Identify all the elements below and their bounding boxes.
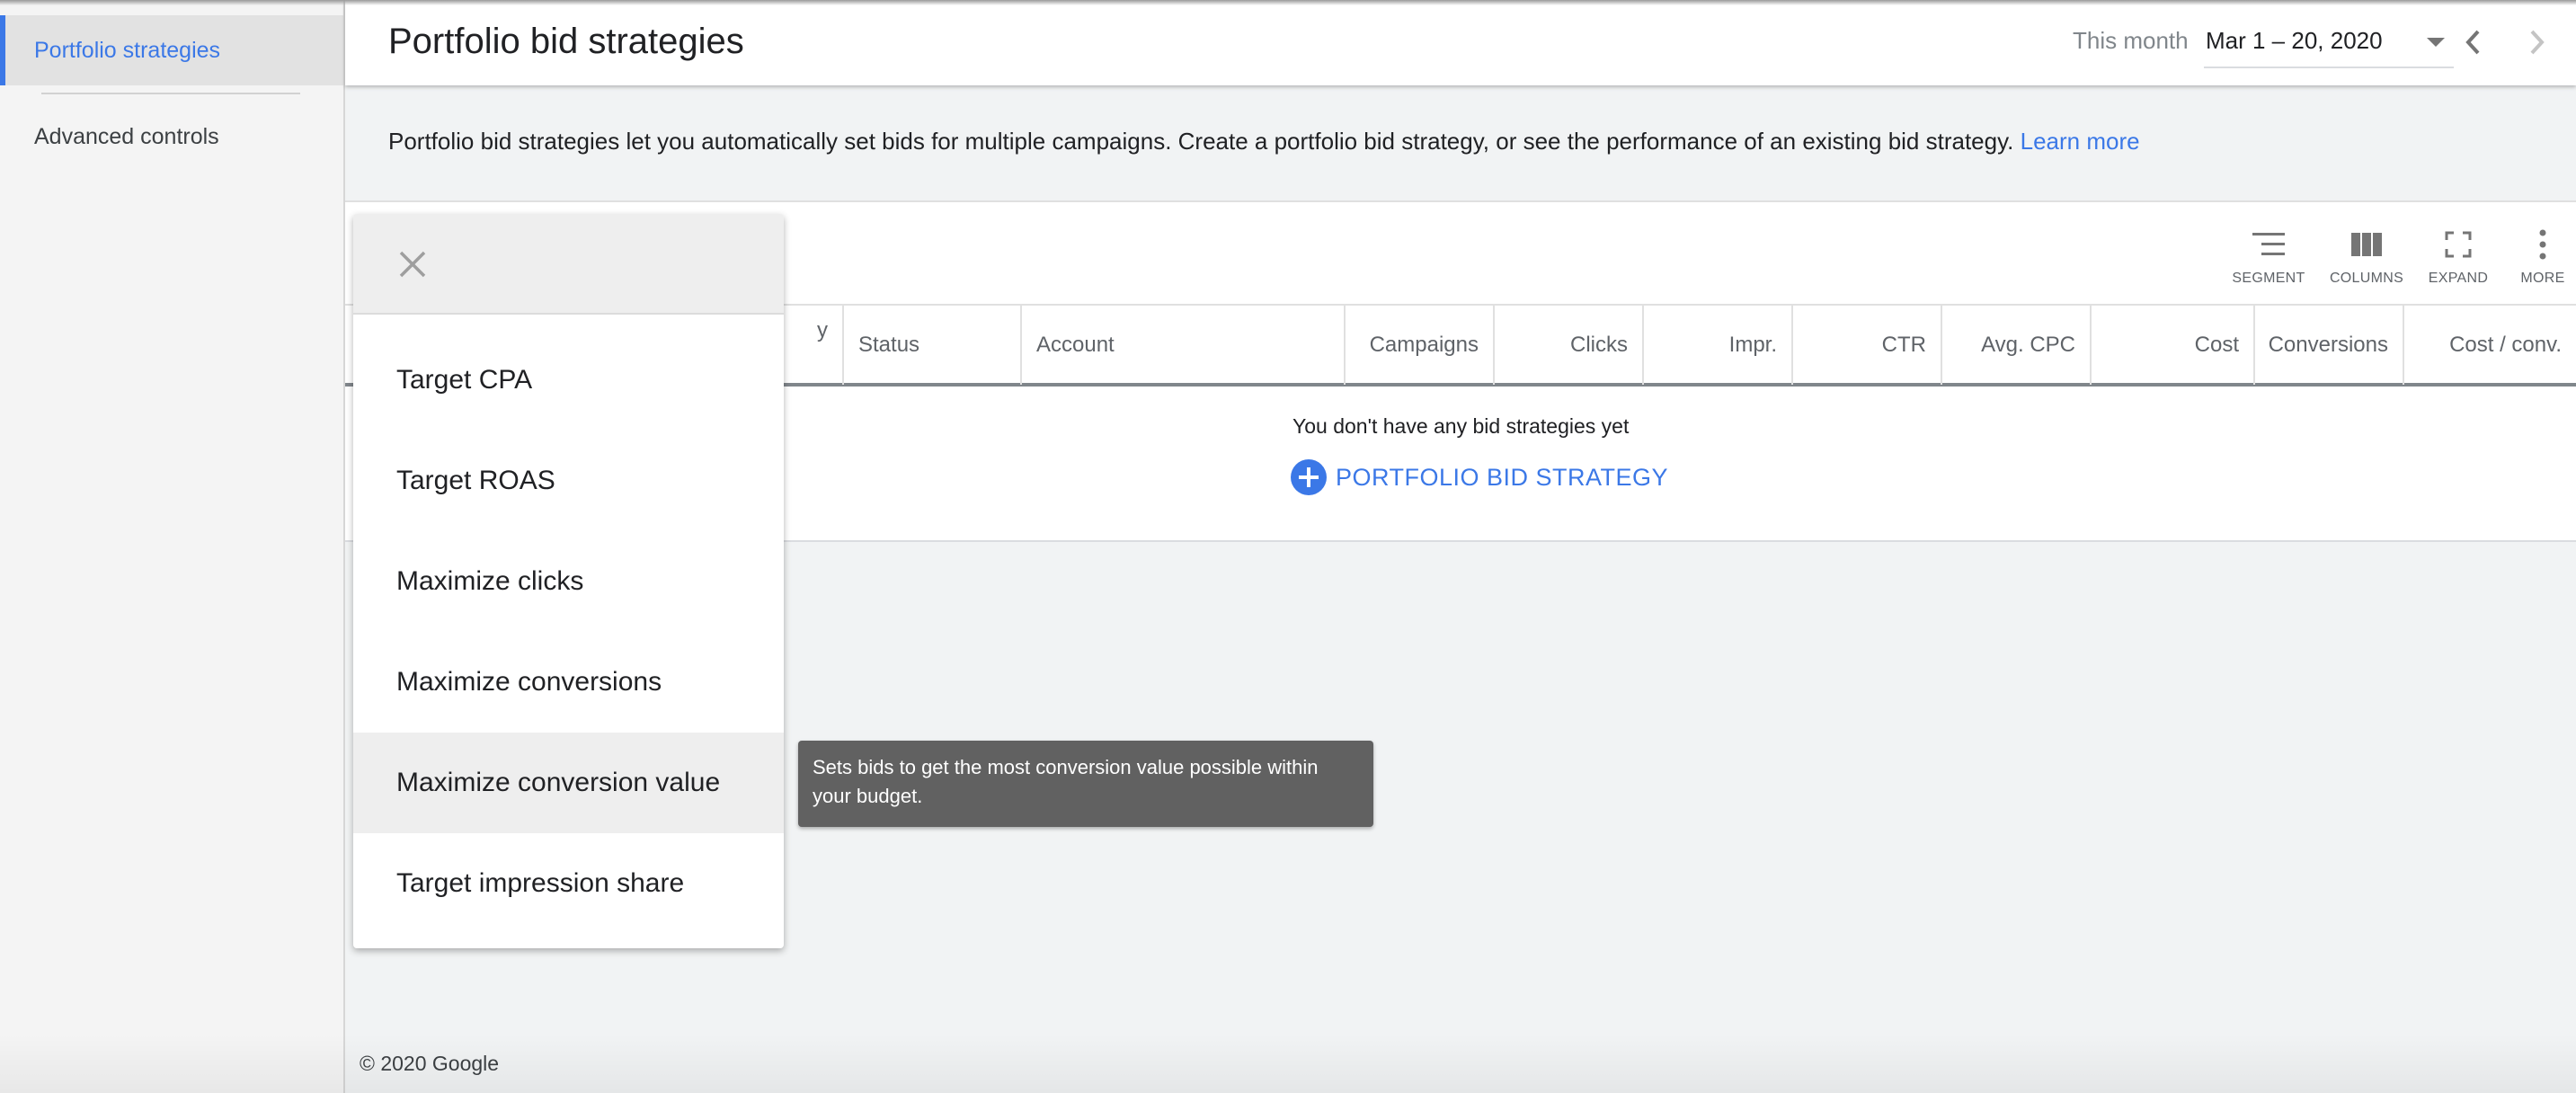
column-header-label: Status <box>858 333 920 357</box>
column-header-label: Account <box>1036 333 1115 357</box>
add-button-label: PORTFOLIO BID STRATEGY <box>1336 463 1669 491</box>
column-header-label: Campaigns <box>1369 333 1479 357</box>
column-header-avg-cpc[interactable]: Avg. CPC <box>1942 306 2092 385</box>
caret-down-icon <box>2427 38 2445 47</box>
menu-item-tooltip: Sets bids to get the most conversion val… <box>798 741 1373 827</box>
menu-item-maximize-conversion-value[interactable]: Maximize conversion value <box>353 733 784 833</box>
menu-item-target-impression-share[interactable]: Target impression share <box>353 833 784 934</box>
chevron-left-icon <box>2465 30 2480 55</box>
columns-label: COLUMNS <box>2329 271 2404 286</box>
sidebar-item-label: Advanced controls <box>34 123 219 149</box>
segment-label: SEGMENT <box>2232 271 2305 286</box>
date-range-label: This month <box>2073 27 2189 54</box>
expand-label: EXPAND <box>2428 271 2489 286</box>
column-header-status[interactable]: Status <box>844 306 1022 385</box>
close-button[interactable] <box>396 248 429 280</box>
column-header-label: Cost <box>2194 333 2239 357</box>
menu-item-target-roas[interactable]: Target ROAS <box>353 431 784 531</box>
sidebar-item-advanced-controls[interactable]: Advanced controls <box>0 102 343 172</box>
date-range-value: Mar 1 – 20, 2020 <box>2206 27 2383 54</box>
column-header-label: Impr. <box>1728 333 1777 357</box>
learn-more-link[interactable]: Learn more <box>2021 128 2140 155</box>
column-header-conversions[interactable]: Conversions <box>2255 306 2404 385</box>
more-button[interactable]: MORE <box>2493 222 2576 308</box>
menu-item-maximize-conversions[interactable]: Maximize conversions <box>353 632 784 733</box>
sidebar-item-label: Portfolio strategies <box>34 37 221 63</box>
description-text: Portfolio bid strategies let you automat… <box>388 128 2014 155</box>
menu-item-label: Maximize conversions <box>396 667 662 697</box>
segment-button[interactable]: SEGMENT <box>2219 222 2318 308</box>
column-header-campaigns[interactable]: Campaigns <box>1346 306 1495 385</box>
segment-icon <box>2252 233 2285 255</box>
page-header: Portfolio bid strategies This month Mar … <box>345 0 2576 85</box>
menu-item-label: Target impression share <box>396 868 685 898</box>
sidebar-item-portfolio-strategies[interactable]: Portfolio strategies <box>0 15 343 85</box>
column-header-label: Conversions <box>2268 333 2388 357</box>
column-header-label: Avg. CPC <box>1981 333 2075 357</box>
more-vert-icon <box>2539 229 2546 260</box>
menu-header <box>353 214 784 315</box>
sidebar: Portfolio strategies Advanced controls <box>0 0 345 1093</box>
close-icon <box>399 251 426 278</box>
tooltip-text: Sets bids to get the most conversion val… <box>813 756 1319 807</box>
column-header-impressions[interactable]: Impr. <box>1644 306 1793 385</box>
footer-copyright: © 2020 Google <box>360 1052 500 1075</box>
columns-button[interactable]: COLUMNS <box>2317 222 2416 308</box>
column-header-label: Cost / conv. <box>2449 333 2562 357</box>
add-portfolio-bid-strategy-button[interactable]: PORTFOLIO BID STRATEGY <box>1291 459 1668 495</box>
date-range-picker[interactable]: Mar 1 – 20, 2020 <box>2204 20 2454 68</box>
menu-item-maximize-clicks[interactable]: Maximize clicks <box>353 531 784 632</box>
column-header-ctr[interactable]: CTR <box>1793 306 1942 385</box>
column-header-label: CTR <box>1881 333 1926 357</box>
previous-period-button[interactable] <box>2456 20 2492 65</box>
columns-icon <box>2351 233 2382 256</box>
chevron-right-icon <box>2530 30 2545 55</box>
column-header-cost-per-conversion[interactable]: Cost / conv. <box>2404 306 2576 385</box>
column-header-label: Clicks <box>1570 333 1628 357</box>
column-header-cost[interactable]: Cost <box>2092 306 2255 385</box>
more-label: MORE <box>2520 271 2565 286</box>
menu-item-label: Target ROAS <box>396 466 555 495</box>
menu-item-label: Target CPA <box>396 365 533 395</box>
menu-item-label: Maximize clicks <box>396 566 584 596</box>
column-header-account[interactable]: Account <box>1022 306 1346 385</box>
menu-item-target-cpa[interactable]: Target CPA <box>353 330 784 431</box>
page-description: Portfolio bid strategies let you automat… <box>388 128 2140 156</box>
column-header-label: y <box>817 318 828 342</box>
bid-strategy-type-menu: Target CPA Target ROAS Maximize clicks M… <box>353 214 784 948</box>
add-circle-icon <box>1291 459 1327 495</box>
next-period-button[interactable] <box>2518 20 2554 65</box>
expand-icon <box>2445 231 2472 258</box>
column-header-clicks[interactable]: Clicks <box>1495 306 1644 385</box>
page-title: Portfolio bid strategies <box>388 22 744 61</box>
empty-state-message: You don't have any bid strategies yet <box>1292 414 1630 438</box>
top-shadow <box>0 0 2576 5</box>
sidebar-divider <box>41 93 300 94</box>
menu-item-label: Maximize conversion value <box>396 768 721 797</box>
